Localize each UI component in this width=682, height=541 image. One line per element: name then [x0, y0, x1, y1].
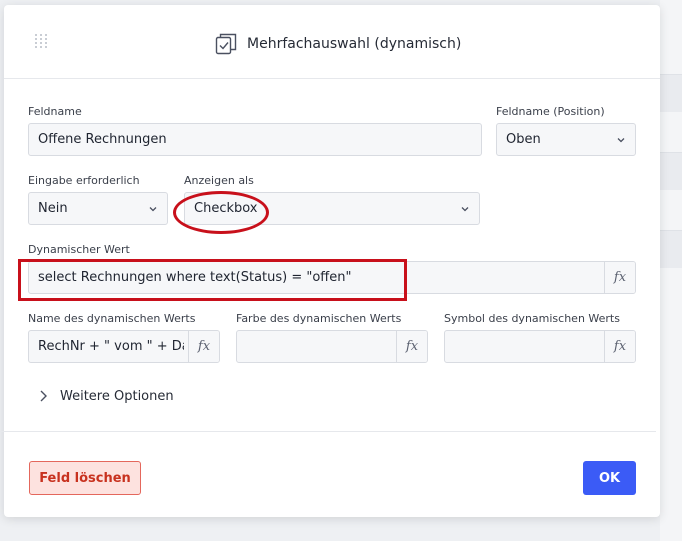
formula-fx-button[interactable]: fx	[604, 262, 635, 293]
feldname-label: Feldname	[28, 105, 82, 118]
annotation-rectangle	[18, 259, 407, 301]
feldname-input[interactable]: Offene Rechnungen	[28, 123, 482, 156]
farbe-dyn-wert-label: Farbe des dynamischen Werts	[236, 312, 402, 325]
drag-handle-icon[interactable]	[35, 34, 49, 50]
name-dyn-wert-label: Name des dynamischen Werts	[28, 312, 196, 325]
delete-field-button[interactable]: Feld löschen	[29, 461, 141, 495]
annotation-ellipse	[173, 191, 269, 234]
background-row	[660, 74, 682, 112]
farbe-dyn-wert-input[interactable]: fx	[236, 330, 428, 363]
formula-fx-button[interactable]: fx	[188, 331, 219, 362]
background-row	[660, 230, 682, 268]
ok-button[interactable]: OK	[583, 461, 636, 495]
dialog-title-wrap: Mehrfachauswahl (dynamisch)	[215, 32, 461, 56]
feldname-position-label: Feldname (Position)	[496, 105, 605, 118]
feldname-value: Offene Rechnungen	[38, 132, 167, 147]
checkbox-stack-icon	[215, 33, 237, 55]
background-row	[660, 152, 682, 190]
feldname-position-value: Oben	[506, 132, 541, 147]
formula-fx-button[interactable]: fx	[604, 331, 635, 362]
formula-fx-button[interactable]: fx	[396, 331, 427, 362]
anzeigen-als-label: Anzeigen als	[184, 174, 254, 187]
name-dyn-wert-value: RechNr + " vom " + Datum	[38, 339, 184, 354]
eingabe-erforderlich-label: Eingabe erforderlich	[28, 174, 140, 187]
name-dyn-wert-input[interactable]: RechNr + " vom " + Datum fx	[28, 330, 220, 363]
eingabe-erforderlich-value: Nein	[38, 201, 68, 216]
chevron-down-icon	[617, 138, 625, 143]
dynamischer-wert-label: Dynamischer Wert	[28, 243, 130, 256]
chevron-right-icon	[40, 390, 47, 402]
dialog-title: Mehrfachauswahl (dynamisch)	[247, 36, 462, 52]
chevron-down-icon	[461, 207, 469, 212]
chevron-down-icon	[149, 207, 157, 212]
feldname-position-select[interactable]: Oben	[496, 123, 636, 156]
symbol-dyn-wert-input[interactable]: fx	[444, 330, 636, 363]
footer-divider	[0, 431, 656, 432]
symbol-dyn-wert-label: Symbol des dynamischen Werts	[444, 312, 620, 325]
more-options-label: Weitere Optionen	[60, 388, 174, 404]
dialog-header: Mehrfachauswahl (dynamisch)	[4, 5, 660, 79]
more-options-toggle[interactable]: Weitere Optionen	[38, 386, 174, 406]
eingabe-erforderlich-select[interactable]: Nein	[28, 192, 168, 225]
